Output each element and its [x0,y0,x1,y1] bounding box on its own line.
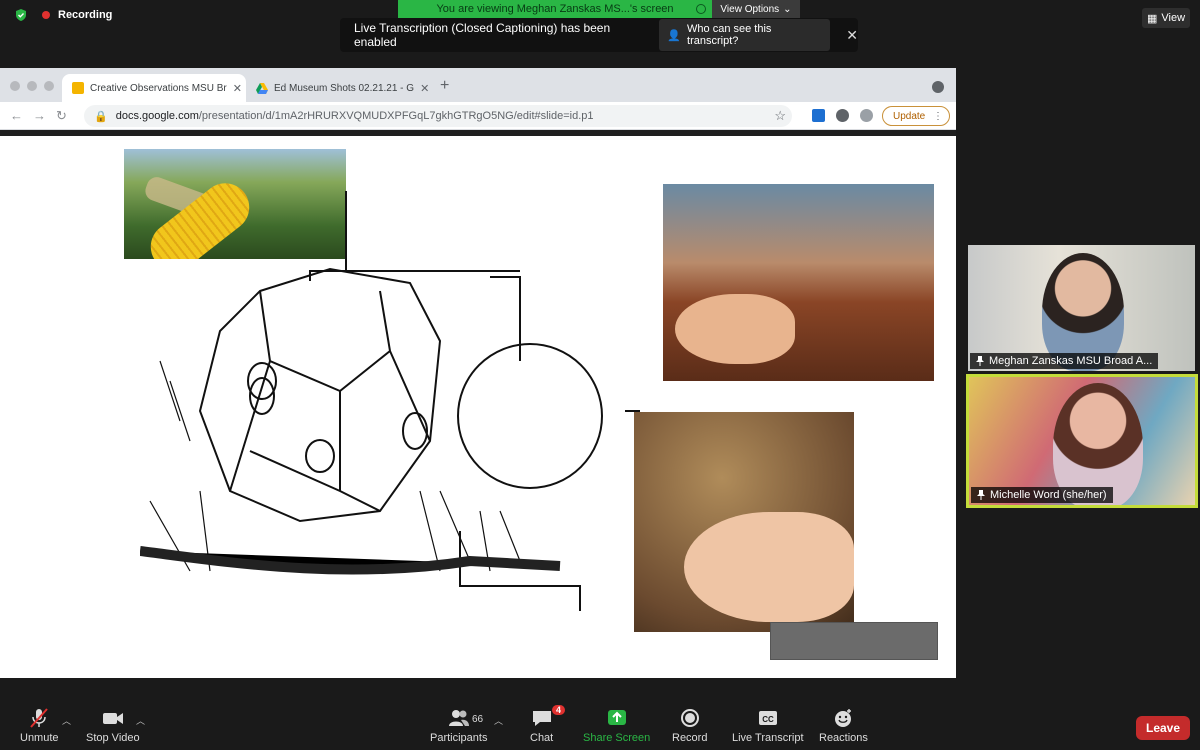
transcription-banner: Live Transcription (Closed Captioning) h… [340,18,858,52]
tab-label: Creative Observations MSU Br [90,82,227,94]
browser-tab-slides[interactable]: Creative Observations MSU Br ✕ [62,74,246,102]
close-tab-icon[interactable]: ✕ [233,82,242,95]
caption-placeholder-box [770,622,938,660]
slide-canvas [0,136,956,678]
svg-text:CC: CC [762,715,774,724]
who-can-see-label: Who can see this transcript? [687,23,772,47]
trello-extension-icon[interactable] [812,109,825,122]
participants-label: Participants [430,732,488,744]
video-options-caret-icon[interactable]: ︿ [136,714,145,727]
view-button-label: View [1161,12,1186,24]
participant-nametag: Michelle Word (she/her) [971,487,1113,503]
tab-label: Ed Museum Shots 02.21.21 - G [274,82,415,94]
meeting-toolbar: Unmute ︿ Stop Video ︿ Participants 66 ︿ … [0,704,1200,750]
forward-icon[interactable]: → [33,108,46,123]
record-dot-icon [42,11,50,19]
person-icon: 👤 [667,29,682,42]
share-screen-label: Share Screen [583,732,651,744]
stop-video-label: Stop Video [86,732,140,744]
status-circle-icon [696,4,706,14]
live-transcript-label: Live Transcript [732,732,804,744]
record-button[interactable]: Record [672,708,707,744]
chevron-down-icon: ⌄ [783,3,792,15]
chat-button[interactable]: 4 Chat [530,705,566,744]
address-bar[interactable]: 🔒 docs.google.com/presentation/d/1mA2rHR… [84,105,792,127]
leave-button[interactable]: Leave [1136,716,1190,740]
viewing-screen-banner: You are viewing Meghan Zanskas MS...'s s… [398,0,712,18]
tab-search-icon[interactable] [932,81,944,93]
transcription-message: Live Transcription (Closed Captioning) h… [354,21,611,49]
viewing-text: You are viewing Meghan Zanskas MS...'s s… [436,3,674,15]
pin-icon [976,356,984,366]
chat-bubble-icon [532,711,551,726]
browser-tab-strip: Creative Observations MSU Br ✕ Ed Museum… [0,68,956,102]
google-slides-icon [72,82,84,94]
quinoa-photo [634,412,854,632]
close-tab-icon[interactable]: ✕ [420,82,428,95]
sketch-drawing [140,191,640,611]
audio-options-caret-icon[interactable]: ︿ [62,714,71,727]
participant-name: Meghan Zanskas MSU Broad A... [989,355,1153,367]
share-screen-button[interactable]: Share Screen [583,708,650,744]
video-camera-icon [102,713,123,724]
new-tab-icon[interactable]: + [440,77,449,95]
profile-avatar-icon[interactable] [860,109,873,122]
closed-caption-icon: CC [758,711,777,725]
browser-toolbar: ← → ↻ 🔒 docs.google.com/presentation/d/1… [0,102,956,130]
more-menu-icon[interactable]: ⋮ [933,111,943,122]
grid-icon: ▦ [1146,12,1158,25]
unmute-button[interactable]: Unmute [20,708,59,744]
lock-icon: 🔒 [94,110,108,123]
close-window-icon[interactable] [10,81,20,91]
extensions-puzzle-icon[interactable] [836,109,849,122]
window-controls [10,81,54,91]
participants-icon [448,710,469,726]
stop-video-button[interactable]: Stop Video [86,708,140,744]
chat-label: Chat [530,732,554,744]
sorghum-photo [663,184,934,381]
reactions-label: Reactions [819,732,868,744]
participants-count: 66 [472,714,484,725]
hand-holding-seeds [675,294,795,364]
view-options-label: View Options [720,3,780,15]
recording-label: Recording [58,9,113,21]
hand-holding-grain [684,512,854,622]
google-drive-icon [256,82,268,94]
zoom-window: Recording You are viewing Meghan Zanskas… [0,0,1200,750]
update-label: Update [893,110,926,122]
muted-microphone-icon [30,708,49,728]
record-label: Record [672,732,708,744]
smiley-icon [835,709,852,727]
chat-badge: 4 [552,705,566,715]
record-icon [680,709,699,727]
maximize-window-icon[interactable] [44,81,54,91]
view-options-button[interactable]: View Options ⌄ [712,0,800,18]
url-path: /presentation/d/1mA2rHRURXVQMUDXPFGqL7gk… [198,110,594,122]
view-button[interactable]: ▦ View [1142,8,1190,28]
back-icon[interactable]: ← [10,108,23,123]
shield-icon [16,9,26,21]
close-icon[interactable]: ✕ [846,27,858,44]
browser-tab-drive[interactable]: Ed Museum Shots 02.21.21 - G ✕ [246,74,428,102]
shared-screen: Creative Observations MSU Br ✕ Ed Museum… [0,68,956,678]
participants-caret-icon[interactable]: ︿ [494,714,503,727]
participant-name: Michelle Word (she/her) [990,489,1107,501]
participant-nametag: Meghan Zanskas MSU Broad A... [970,353,1159,369]
share-screen-icon [607,710,626,725]
bookmark-star-icon[interactable]: ☆ [774,108,786,124]
live-transcript-button[interactable]: CC Live Transcript [732,708,804,744]
reactions-button[interactable]: Reactions [819,708,868,744]
minimize-window-icon[interactable] [27,81,37,91]
participant-video-michelle[interactable]: Michelle Word (she/her) [966,374,1198,508]
update-button[interactable]: Update ⋮ [882,106,950,126]
who-can-see-button[interactable]: 👤 Who can see this transcript? [659,19,831,51]
reload-icon[interactable]: ↻ [56,108,67,124]
participant-video-meghan[interactable]: Meghan Zanskas MSU Broad A... [968,245,1195,371]
recording-indicator[interactable]: Recording [14,8,112,22]
url-host: docs.google.com [115,110,199,122]
pin-icon [977,490,985,500]
unmute-label: Unmute [20,732,59,744]
